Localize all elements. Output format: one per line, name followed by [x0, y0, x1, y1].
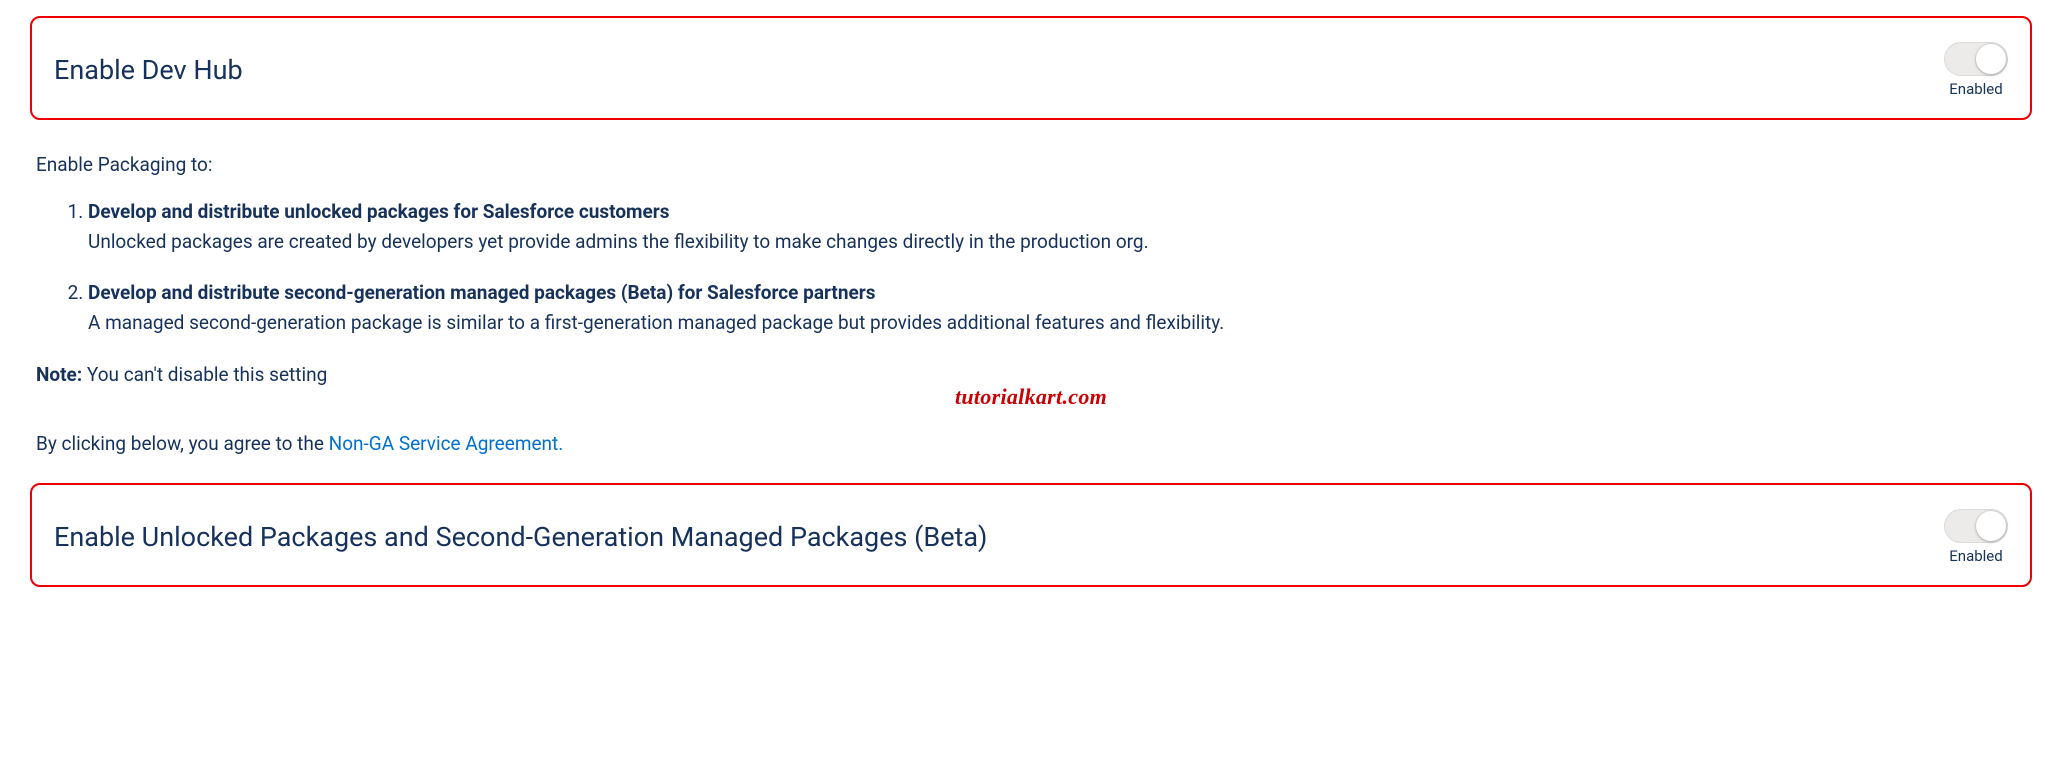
enable-dev-hub-setting: Enable Dev Hub Enabled	[30, 16, 2032, 120]
enable-dev-hub-toggle-state: Enabled	[1949, 80, 2002, 98]
non-ga-agreement-link[interactable]: Non-GA Service Agreement.	[329, 432, 564, 455]
packaging-benefits-list: Develop and distribute unlocked packages…	[88, 197, 2032, 337]
note-text: You can't disable this setting	[82, 363, 327, 386]
benefit-headline: Develop and distribute second-generation…	[88, 281, 875, 304]
enable-packaging-toggle-state: Enabled	[1949, 547, 2002, 565]
enable-packaging-toggle[interactable]	[1944, 509, 2008, 543]
enable-dev-hub-title: Enable Dev Hub	[54, 54, 243, 86]
benefit-desc: A managed second-generation package is s…	[88, 311, 1224, 334]
enable-packaging-setting: Enable Unlocked Packages and Second-Gene…	[30, 483, 2032, 587]
toggle-knob-icon	[1976, 511, 2006, 541]
enable-packaging-toggle-wrap: Enabled	[1944, 509, 2008, 565]
toggle-knob-icon	[1976, 44, 2006, 74]
enable-dev-hub-toggle-wrap: Enabled	[1944, 42, 2008, 98]
enable-packaging-title: Enable Unlocked Packages and Second-Gene…	[54, 521, 987, 553]
agreement-prefix: By clicking below, you agree to the	[36, 432, 329, 455]
watermark-text: tutorialkart.com	[30, 384, 2032, 410]
benefit-desc: Unlocked packages are created by develop…	[88, 230, 1149, 253]
note-line: Note: You can't disable this setting	[36, 363, 2032, 386]
benefit-headline: Develop and distribute unlocked packages…	[88, 200, 670, 223]
enable-dev-hub-toggle[interactable]	[1944, 42, 2008, 76]
packaging-intro: Enable Packaging to:	[36, 150, 2032, 179]
list-item: Develop and distribute unlocked packages…	[88, 197, 2032, 256]
note-label: Note:	[36, 363, 82, 386]
list-item: Develop and distribute second-generation…	[88, 278, 2032, 337]
agreement-line: By clicking below, you agree to the Non-…	[36, 432, 2032, 455]
